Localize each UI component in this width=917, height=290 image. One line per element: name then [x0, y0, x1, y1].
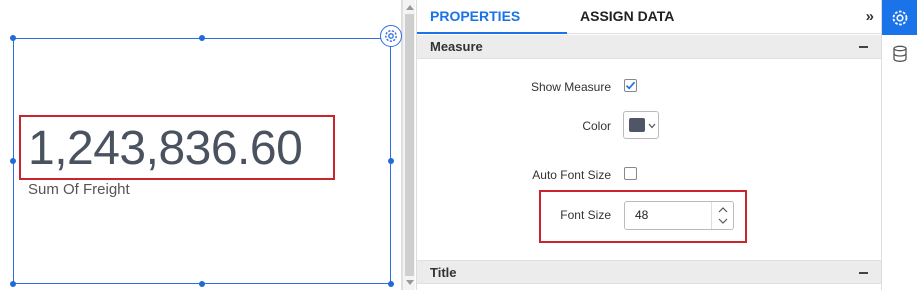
tab-properties[interactable]: PROPERTIES	[417, 0, 567, 34]
font-size-label: Font Size	[560, 208, 611, 222]
section-title-header[interactable]: Title	[417, 260, 882, 284]
chevron-up-icon[interactable]	[718, 207, 728, 213]
section-title-title: Title	[430, 265, 457, 280]
chevron-down-icon[interactable]	[718, 218, 728, 224]
measure-value: 1,243,836.60	[28, 122, 303, 175]
scroll-up-arrow-icon[interactable]	[406, 5, 414, 10]
font-size-input[interactable]: 48	[624, 201, 734, 230]
auto-font-size-checkbox[interactable]	[624, 167, 637, 180]
section-measure-header[interactable]: Measure	[417, 35, 882, 59]
color-label: Color	[582, 119, 611, 133]
auto-font-size-label: Auto Font Size	[532, 168, 611, 182]
scroll-thumb[interactable]	[405, 14, 414, 276]
resize-handle-middle-right[interactable]	[388, 158, 394, 164]
panel-tabs: PROPERTIES ASSIGN DATA »	[417, 0, 882, 34]
collapse-icon[interactable]	[859, 272, 868, 274]
dashboard-canvas: 1,243,836.60 Sum Of Freight	[0, 0, 402, 290]
resize-handle-middle-left[interactable]	[10, 158, 16, 164]
scroll-down-arrow-icon[interactable]	[406, 280, 414, 285]
font-size-value: 48	[635, 208, 649, 222]
canvas-scrollbar[interactable]	[402, 0, 415, 290]
properties-panel: PROPERTIES ASSIGN DATA » Measure Show Me…	[416, 0, 882, 290]
icon-rail	[881, 0, 917, 290]
measure-subtitle: Sum Of Freight	[28, 181, 130, 198]
database-icon	[893, 45, 907, 62]
resize-handle-bottom-middle[interactable]	[199, 281, 205, 287]
gear-icon	[892, 10, 908, 25]
data-rail-button[interactable]	[882, 36, 917, 71]
collapse-icon[interactable]	[859, 46, 868, 48]
gear-icon	[385, 30, 397, 42]
show-measure-label: Show Measure	[530, 80, 611, 94]
widget-settings-button[interactable]	[380, 25, 402, 47]
section-measure-title: Measure	[430, 39, 483, 54]
color-swatch	[629, 118, 645, 132]
resize-handle-bottom-right[interactable]	[388, 281, 394, 287]
tab-assign-data[interactable]: ASSIGN DATA	[580, 0, 674, 34]
checkmark-icon	[625, 81, 636, 90]
show-measure-checkbox[interactable]	[624, 79, 637, 92]
color-picker[interactable]	[623, 111, 659, 139]
resize-handle-bottom-left[interactable]	[10, 281, 16, 287]
chevron-down-icon	[648, 123, 656, 129]
collapse-panel-icon[interactable]: »	[866, 8, 874, 25]
resize-handle-top-left[interactable]	[10, 35, 16, 41]
properties-rail-button[interactable]	[882, 0, 917, 35]
resize-handle-top-middle[interactable]	[199, 35, 205, 41]
font-size-spinner[interactable]	[711, 202, 733, 229]
